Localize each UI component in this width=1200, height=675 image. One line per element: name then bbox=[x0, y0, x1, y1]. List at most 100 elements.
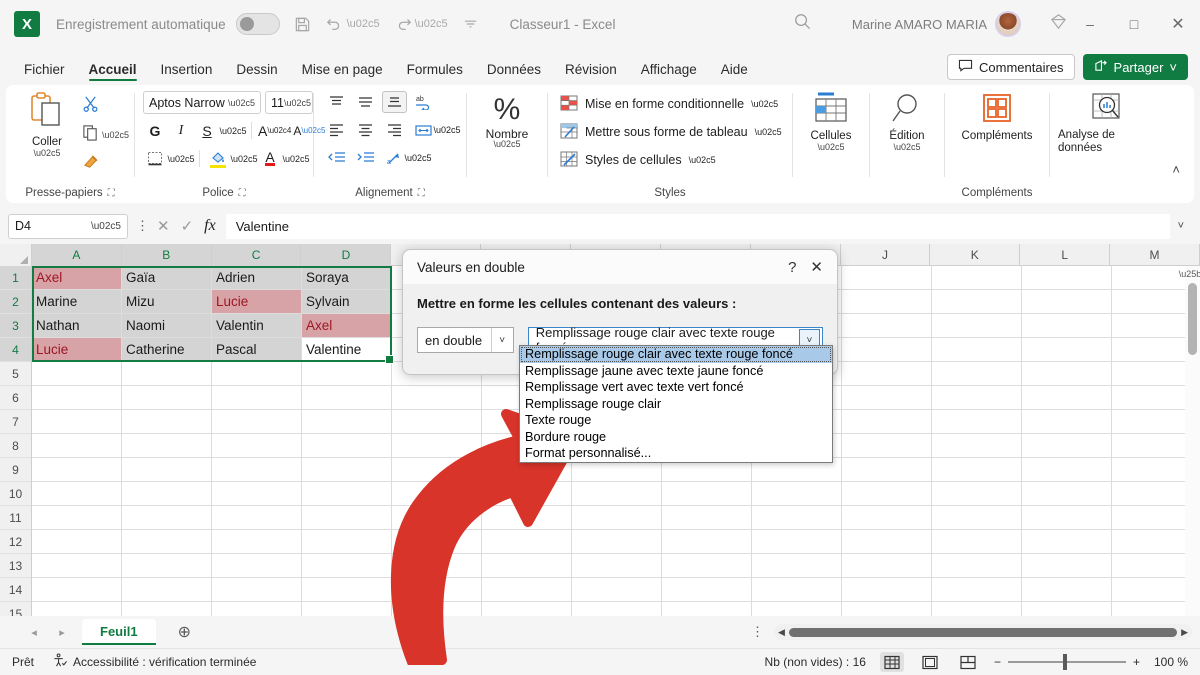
row-header-4[interactable]: 4 bbox=[0, 338, 31, 362]
cell-j2[interactable] bbox=[842, 290, 932, 314]
font-size-combobox[interactable]: 11 \u02c5 bbox=[265, 91, 313, 114]
format-option-0[interactable]: Remplissage rouge clair avec texte rouge… bbox=[520, 346, 832, 363]
cell-l14[interactable] bbox=[1022, 578, 1112, 602]
expand-formula-bar-chevron-down-icon[interactable]: ˅ bbox=[1170, 220, 1192, 232]
align-top-button[interactable] bbox=[324, 91, 349, 113]
cell-b5[interactable] bbox=[122, 362, 212, 386]
bold-button[interactable]: G bbox=[143, 119, 167, 142]
page-break-view-icon[interactable] bbox=[956, 652, 980, 672]
redo-chevron-down-icon[interactable]: \u02c5 bbox=[415, 11, 448, 37]
row-header-1[interactable]: 1 bbox=[0, 266, 31, 290]
row-header-12[interactable]: 12 bbox=[0, 530, 31, 554]
scroll-up-icon[interactable]: \u25b2 bbox=[1179, 266, 1200, 281]
cell-c11[interactable] bbox=[212, 506, 302, 530]
cell-c13[interactable] bbox=[212, 554, 302, 578]
undo-icon[interactable] bbox=[326, 11, 344, 37]
row-header-8[interactable]: 8 bbox=[0, 434, 31, 458]
underline-chevron-down-icon[interactable]: \u02c5 bbox=[219, 119, 246, 142]
column-header-m[interactable]: M bbox=[1110, 244, 1200, 266]
italic-button[interactable]: I bbox=[169, 119, 193, 142]
column-header-c[interactable]: C bbox=[211, 244, 302, 266]
cell-j9[interactable] bbox=[842, 458, 932, 482]
cell-a15[interactable] bbox=[32, 602, 122, 616]
cell-a5[interactable] bbox=[32, 362, 122, 386]
tab-donnees[interactable]: Données bbox=[475, 58, 553, 85]
percent-style-icon[interactable]: % bbox=[494, 95, 521, 125]
cell-b1[interactable]: Gaïa bbox=[122, 266, 212, 290]
zoom-track[interactable] bbox=[1007, 654, 1126, 670]
prev-sheet-icon[interactable]: ◂ bbox=[20, 626, 48, 639]
tab-dessin[interactable]: Dessin bbox=[224, 58, 289, 85]
copy-chevron-down-icon[interactable]: \u02c5 bbox=[102, 130, 129, 139]
cell-l13[interactable] bbox=[1022, 554, 1112, 578]
cell-c5[interactable] bbox=[212, 362, 302, 386]
cell-c15[interactable] bbox=[212, 602, 302, 616]
cell-a11[interactable] bbox=[32, 506, 122, 530]
row-header-5[interactable]: 5 bbox=[0, 362, 31, 386]
cell-a7[interactable] bbox=[32, 410, 122, 434]
cell-j15[interactable] bbox=[842, 602, 932, 616]
cell-j4[interactable] bbox=[842, 338, 932, 362]
column-header-j[interactable]: J bbox=[841, 244, 931, 266]
copy-button[interactable]: \u02c5 bbox=[82, 124, 129, 146]
zoom-in-button[interactable]: + bbox=[1133, 655, 1140, 669]
cells-button[interactable]: Cellules \u02c5 bbox=[800, 91, 862, 152]
format-option-2[interactable]: Remplissage vert avec texte vert foncé bbox=[520, 379, 832, 396]
cell-l9[interactable] bbox=[1022, 458, 1112, 482]
format-as-table-button[interactable]: Mettre sous forme de tableau \u02c5 bbox=[560, 119, 782, 145]
cell-j5[interactable] bbox=[842, 362, 932, 386]
cell-k15[interactable] bbox=[932, 602, 1022, 616]
format-option-1[interactable]: Remplissage jaune avec texte jaune foncé bbox=[520, 363, 832, 380]
search-icon[interactable] bbox=[793, 12, 812, 36]
cell-l7[interactable] bbox=[1022, 410, 1112, 434]
cell-i10[interactable] bbox=[752, 482, 842, 506]
tab-aide[interactable]: Aide bbox=[709, 58, 760, 85]
close-button[interactable]: ✕ bbox=[1156, 4, 1200, 44]
cell-h12[interactable] bbox=[662, 530, 752, 554]
cell-d4[interactable]: Valentine bbox=[302, 338, 392, 362]
row-header-15[interactable]: 15 bbox=[0, 602, 31, 617]
conditional-formatting-button[interactable]: Mise en forme conditionnelle \u02c5 bbox=[560, 91, 778, 117]
cell-h14[interactable] bbox=[662, 578, 752, 602]
cell-l5[interactable] bbox=[1022, 362, 1112, 386]
increase-font-size-button[interactable]: A \u02c4 bbox=[258, 119, 291, 142]
cell-a8[interactable] bbox=[32, 434, 122, 458]
cell-c6[interactable] bbox=[212, 386, 302, 410]
cell-c7[interactable] bbox=[212, 410, 302, 434]
cells-chevron-down-icon[interactable]: \u02c5 bbox=[817, 143, 844, 152]
merge-chevron-down-icon[interactable]: \u02c5 bbox=[433, 119, 460, 141]
row-header-3[interactable]: 3 bbox=[0, 314, 31, 338]
cell-h10[interactable] bbox=[662, 482, 752, 506]
cell-j14[interactable] bbox=[842, 578, 932, 602]
borders-button[interactable] bbox=[143, 147, 167, 170]
cell-b7[interactable] bbox=[122, 410, 212, 434]
cell-l2[interactable] bbox=[1022, 290, 1112, 314]
column-header-l[interactable]: L bbox=[1020, 244, 1111, 266]
normal-view-icon[interactable] bbox=[879, 652, 904, 672]
cell-l10[interactable] bbox=[1022, 482, 1112, 506]
horizontal-scroll-thumb[interactable] bbox=[788, 627, 1178, 637]
page-layout-view-icon[interactable] bbox=[918, 652, 942, 672]
clipboard-dialog-launcher-icon[interactable]: ⛶ bbox=[108, 188, 115, 199]
cell-j7[interactable] bbox=[842, 410, 932, 434]
cell-l4[interactable] bbox=[1022, 338, 1112, 362]
paste-button[interactable]: Coller \u02c5 bbox=[16, 91, 78, 158]
font-color-button[interactable]: A bbox=[258, 147, 282, 170]
cell-c2[interactable]: Lucie bbox=[212, 290, 302, 314]
cell-l1[interactable] bbox=[1022, 266, 1112, 290]
redo-icon[interactable] bbox=[394, 11, 412, 37]
cell-d3[interactable]: Axel bbox=[302, 314, 392, 338]
cell-j3[interactable] bbox=[842, 314, 932, 338]
cell-a2[interactable]: Marine bbox=[32, 290, 122, 314]
add-sheet-icon[interactable]: ⊕ bbox=[178, 622, 191, 642]
vertical-scroll-thumb[interactable] bbox=[1188, 283, 1197, 355]
cell-a4[interactable]: Lucie bbox=[32, 338, 122, 362]
cell-c12[interactable] bbox=[212, 530, 302, 554]
cell-b9[interactable] bbox=[122, 458, 212, 482]
format-option-6[interactable]: Format personnalisé... bbox=[520, 445, 832, 462]
cell-j13[interactable] bbox=[842, 554, 932, 578]
align-right-button[interactable] bbox=[382, 119, 407, 141]
number-chevron-down-icon[interactable]: \u02c5 bbox=[493, 140, 520, 149]
cell-h15[interactable] bbox=[662, 602, 752, 616]
font-name-combobox[interactable]: Aptos Narrow \u02c5 bbox=[143, 91, 261, 114]
